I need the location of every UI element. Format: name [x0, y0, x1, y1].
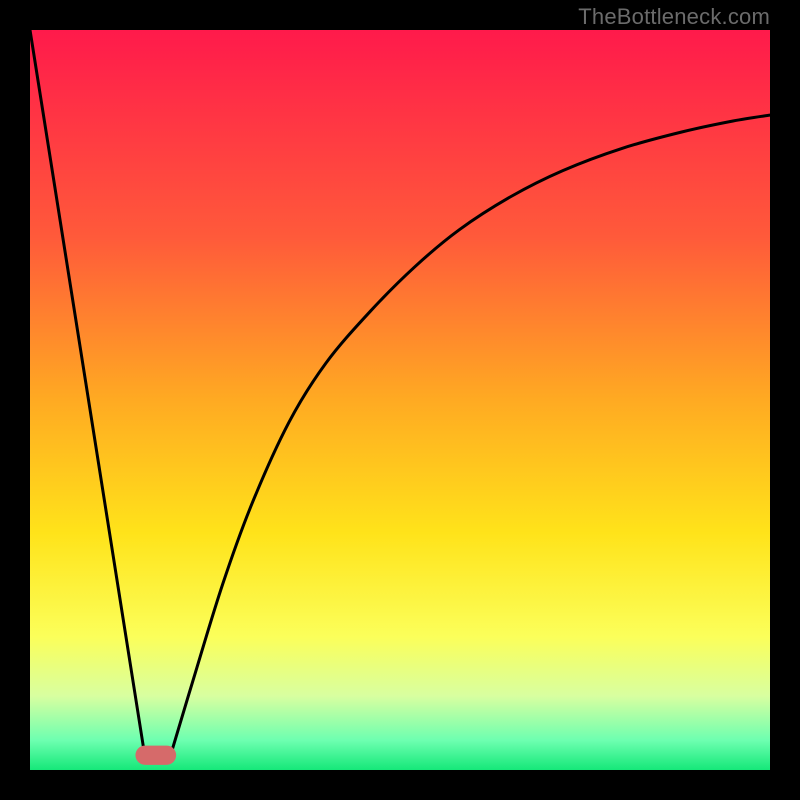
- marker-group: [135, 746, 176, 765]
- chart-svg: [30, 30, 770, 770]
- minimum-marker: [135, 746, 176, 765]
- chart-frame: TheBottleneck.com: [0, 0, 800, 800]
- gradient-background: [30, 30, 770, 770]
- plot-area: [30, 30, 770, 770]
- watermark-text: TheBottleneck.com: [578, 4, 770, 30]
